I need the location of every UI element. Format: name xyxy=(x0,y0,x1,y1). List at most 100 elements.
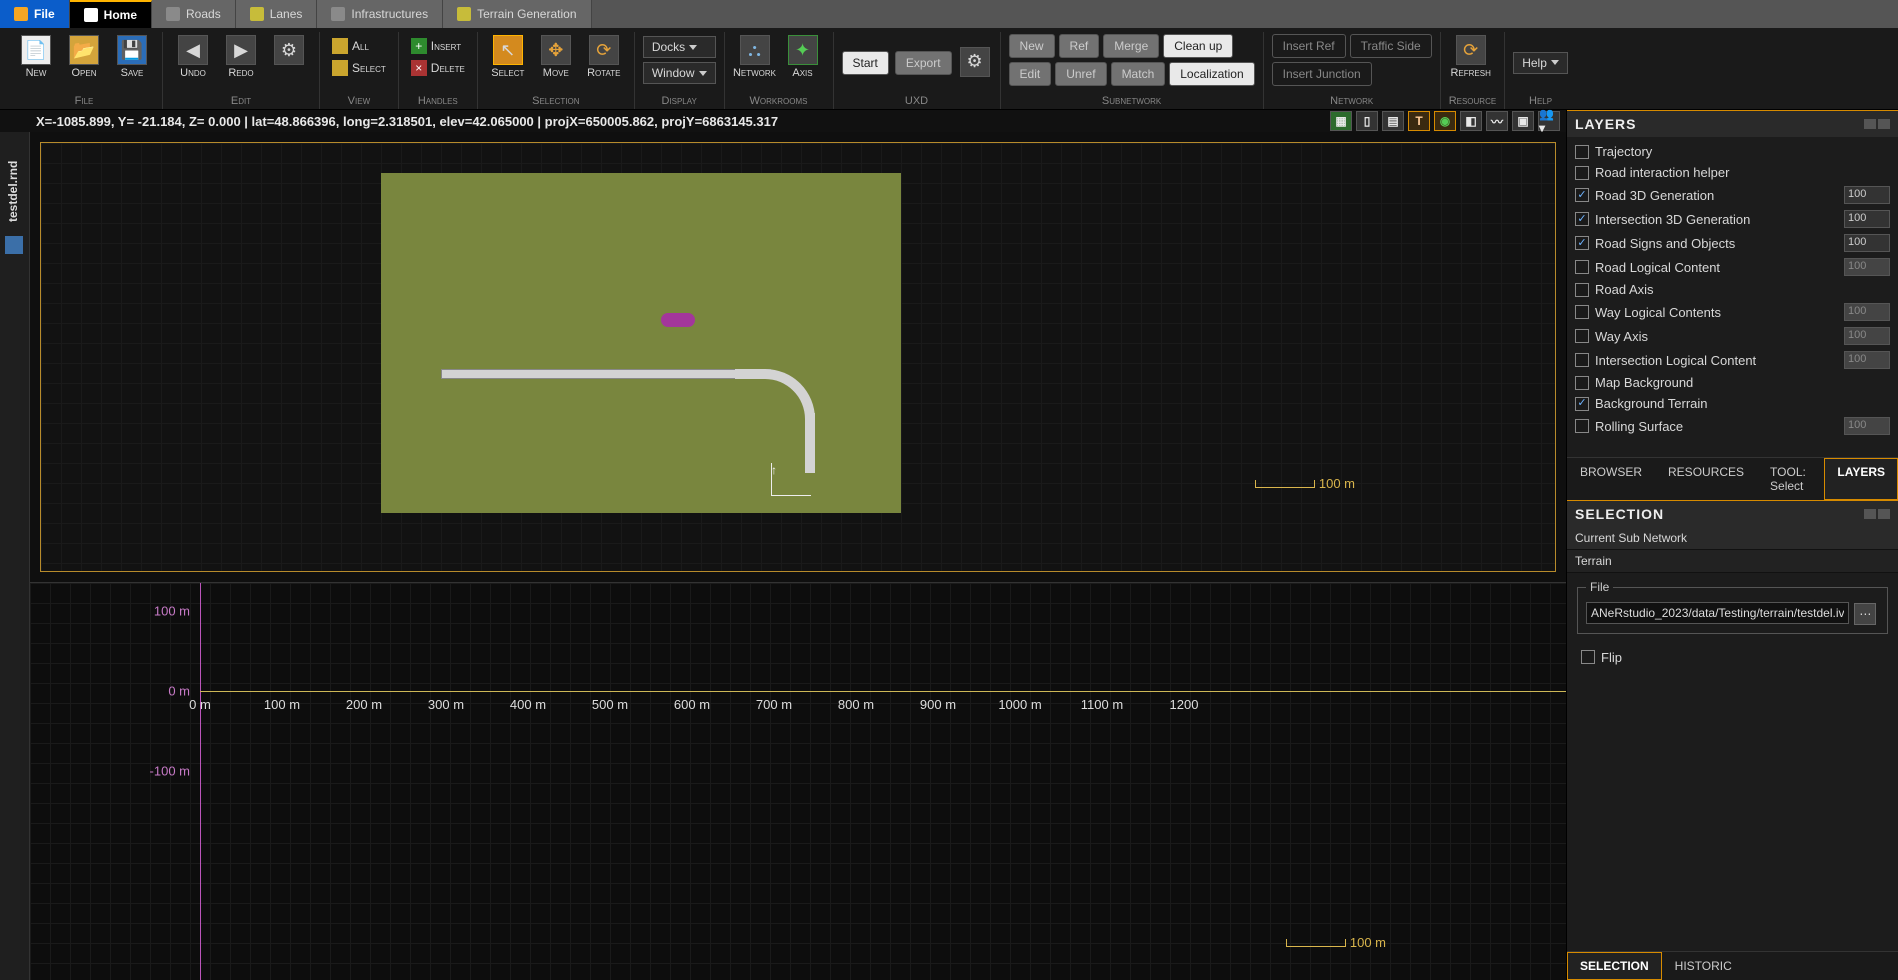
layer-checkbox[interactable] xyxy=(1575,329,1589,343)
layer-row[interactable]: Trajectory xyxy=(1573,141,1892,162)
toggle-map-icon[interactable]: ▦ xyxy=(1330,111,1352,131)
tab-terrain-generation[interactable]: Terrain Generation xyxy=(443,0,591,28)
toggle-green[interactable]: ◉ xyxy=(1434,111,1456,131)
help-dropdown[interactable]: Help xyxy=(1513,52,1568,74)
tab-tool[interactable]: TOOL: Select xyxy=(1757,458,1824,500)
layer-row[interactable]: Road 3D Generation 100 xyxy=(1573,183,1892,207)
workroom-axis-button[interactable]: ✦Axis xyxy=(781,32,825,82)
uxd-gear-button[interactable]: ⚙ xyxy=(958,44,992,82)
workroom-network-button[interactable]: ⛬Network xyxy=(733,32,777,82)
layer-row[interactable]: Intersection 3D Generation 100 xyxy=(1573,207,1892,231)
flip-checkbox[interactable] xyxy=(1581,650,1595,664)
browse-button[interactable]: ⋯ xyxy=(1854,603,1876,625)
tab-historic[interactable]: HISTORIC xyxy=(1662,952,1745,980)
tab-layers[interactable]: LAYERS xyxy=(1824,458,1898,500)
docks-dropdown[interactable]: Docks xyxy=(643,36,716,58)
handles-delete-button[interactable]: ×Delete xyxy=(407,58,469,78)
toggle-text[interactable]: T xyxy=(1408,111,1430,131)
toggle-1[interactable]: ▯ xyxy=(1356,111,1378,131)
uxd-start-button[interactable]: Start xyxy=(842,51,889,75)
net-traffic-side-button[interactable]: Traffic Side xyxy=(1350,34,1432,58)
save-button[interactable]: 💾Save xyxy=(110,32,154,82)
view-all-button[interactable]: All xyxy=(328,36,390,56)
view-select-button[interactable]: Select xyxy=(328,58,390,78)
undo-button[interactable]: ◀Undo xyxy=(171,32,215,82)
rotate-tool-button[interactable]: ⟳Rotate xyxy=(582,32,626,82)
tab-resources[interactable]: RESOURCES xyxy=(1655,458,1757,500)
layer-checkbox[interactable] xyxy=(1575,166,1589,180)
file-path-input[interactable] xyxy=(1586,602,1849,624)
layer-checkbox[interactable] xyxy=(1575,260,1589,274)
tab-home[interactable]: Home xyxy=(70,0,152,28)
refresh-button[interactable]: ⟳Refresh xyxy=(1449,32,1493,82)
layer-checkbox[interactable] xyxy=(1575,283,1589,297)
layer-opacity[interactable]: 100 xyxy=(1844,351,1890,369)
panel-min-icon[interactable] xyxy=(1864,119,1876,129)
tab-roads[interactable]: Roads xyxy=(152,0,236,28)
new-button[interactable]: 📄New xyxy=(14,32,58,82)
panel-max-icon[interactable] xyxy=(1878,509,1890,519)
subnet-unref-button[interactable]: Unref xyxy=(1055,62,1106,86)
layer-row[interactable]: Rolling Surface 100 xyxy=(1573,414,1892,438)
layer-checkbox[interactable] xyxy=(1575,212,1589,226)
document-tab[interactable]: testdel.rnd xyxy=(0,132,30,980)
subnet-ref-button[interactable]: Ref xyxy=(1059,34,1100,58)
panel-min-icon[interactable] xyxy=(1864,509,1876,519)
subnet-localization-button[interactable]: Localization xyxy=(1169,62,1254,86)
tab-selection[interactable]: SELECTION xyxy=(1567,952,1662,980)
subnet-edit-button[interactable]: Edit xyxy=(1009,62,1052,86)
toggle-5[interactable]: ▣ xyxy=(1512,111,1534,131)
layer-row[interactable]: Intersection Logical Content 100 xyxy=(1573,348,1892,372)
net-insert-junction-button[interactable]: Insert Junction xyxy=(1272,62,1372,86)
net-insert-ref-button[interactable]: Insert Ref xyxy=(1272,34,1346,58)
group-uxd: UXD xyxy=(842,93,992,109)
layer-checkbox[interactable] xyxy=(1575,305,1589,319)
open-button[interactable]: 📂Open xyxy=(62,32,106,82)
subnet-cleanup-button[interactable]: Clean up xyxy=(1163,34,1233,58)
layer-row[interactable]: Road interaction helper xyxy=(1573,162,1892,183)
layer-row[interactable]: Road Axis xyxy=(1573,279,1892,300)
layer-checkbox[interactable] xyxy=(1575,376,1589,390)
layer-row[interactable]: Way Axis 100 xyxy=(1573,324,1892,348)
tab-infrastructures[interactable]: Infrastructures xyxy=(317,0,443,28)
layer-row[interactable]: Way Logical Contents 100 xyxy=(1573,300,1892,324)
handles-insert-button[interactable]: +Insert xyxy=(407,36,469,56)
toggle-4[interactable]: 〰 xyxy=(1486,111,1508,131)
layer-row[interactable]: Road Logical Content 100 xyxy=(1573,255,1892,279)
layer-checkbox[interactable] xyxy=(1575,236,1589,250)
layer-opacity[interactable]: 100 xyxy=(1844,234,1890,252)
viewport-top[interactable]: ↑ 100 m xyxy=(30,132,1566,582)
redo-button[interactable]: ▶Redo xyxy=(219,32,263,82)
layer-row[interactable]: Background Terrain xyxy=(1573,393,1892,414)
layer-checkbox[interactable] xyxy=(1575,353,1589,367)
select-tool-button[interactable]: ↖Select xyxy=(486,32,530,82)
layer-opacity[interactable]: 100 xyxy=(1844,327,1890,345)
layer-opacity[interactable]: 100 xyxy=(1844,417,1890,435)
layer-checkbox[interactable] xyxy=(1575,419,1589,433)
layer-opacity[interactable]: 100 xyxy=(1844,303,1890,321)
toggle-3[interactable]: ◧ xyxy=(1460,111,1482,131)
toggle-people-dropdown[interactable]: 👥▾ xyxy=(1538,111,1560,131)
tab-lanes[interactable]: Lanes xyxy=(236,0,318,28)
layer-checkbox[interactable] xyxy=(1575,397,1589,411)
toggle-2[interactable]: ▤ xyxy=(1382,111,1404,131)
window-dropdown[interactable]: Window xyxy=(643,62,716,84)
move-tool-button[interactable]: ✥Move xyxy=(534,32,578,82)
layer-opacity[interactable]: 100 xyxy=(1844,186,1890,204)
layer-row[interactable]: Map Background xyxy=(1573,372,1892,393)
uxd-export-button[interactable]: Export xyxy=(895,51,952,75)
panel-max-icon[interactable] xyxy=(1878,119,1890,129)
subnet-merge-button[interactable]: Merge xyxy=(1103,34,1159,58)
edit-gear-button[interactable]: ⚙ xyxy=(267,32,311,82)
tab-file[interactable]: File xyxy=(0,0,70,28)
layer-opacity[interactable]: 100 xyxy=(1844,210,1890,228)
tab-browser[interactable]: BROWSER xyxy=(1567,458,1655,500)
subnet-match-button[interactable]: Match xyxy=(1111,62,1166,86)
layer-row[interactable]: Road Signs and Objects 100 xyxy=(1573,231,1892,255)
selection-item[interactable]: Terrain xyxy=(1567,550,1898,573)
layer-opacity[interactable]: 100 xyxy=(1844,258,1890,276)
subnet-new-button[interactable]: New xyxy=(1009,34,1055,58)
viewport-profile[interactable]: 0 m100 m200 m300 m400 m500 m600 m700 m80… xyxy=(30,582,1566,980)
layer-checkbox[interactable] xyxy=(1575,188,1589,202)
layer-checkbox[interactable] xyxy=(1575,145,1589,159)
